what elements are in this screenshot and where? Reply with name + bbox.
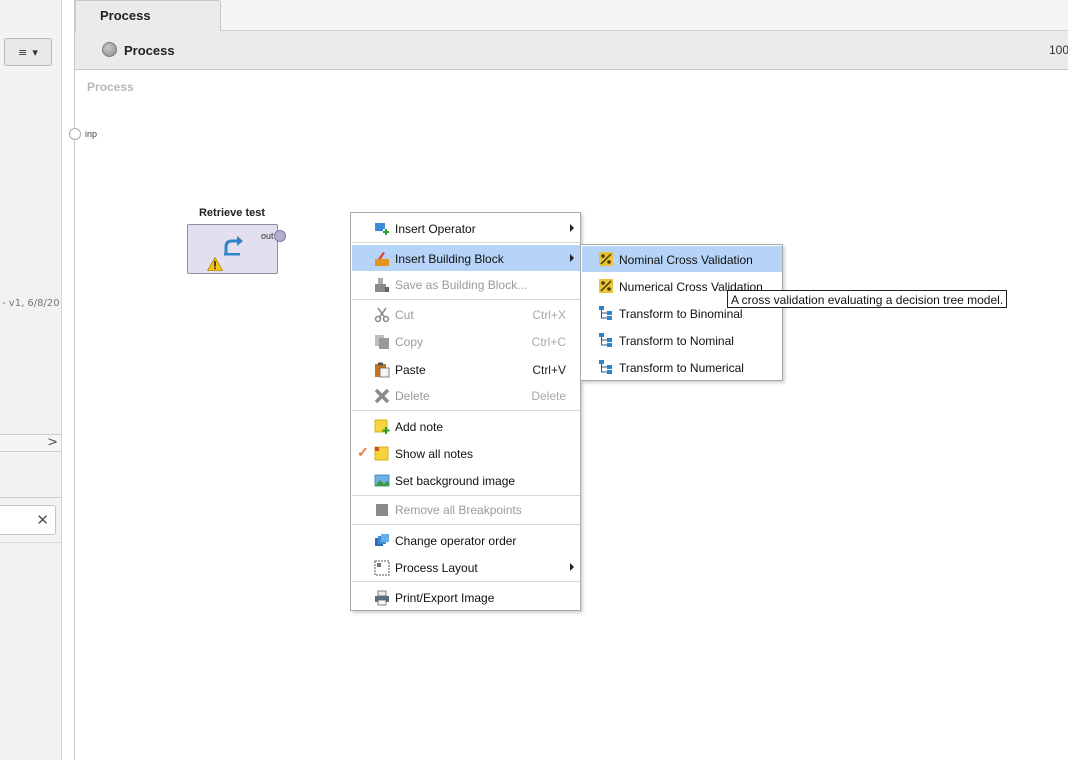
breadcrumb: Process 100	[75, 31, 1068, 70]
submenu-item-label: Nominal Cross Validation	[619, 253, 753, 267]
menu-item-insert-building-block[interactable]: Insert Building Block	[352, 245, 580, 271]
menu-item-remove-all-breakpoints[interactable]: Remove all Breakpoints	[352, 496, 580, 522]
tooltip: A cross validation evaluating a decision…	[727, 290, 1008, 308]
tree-icon	[599, 333, 612, 347]
menu-item-label: Cut	[395, 308, 414, 322]
submenu-item-label: Transform to Nominal	[619, 334, 734, 348]
menu-item-label: Process Layout	[395, 561, 478, 575]
menu-item-label: Print/Export Image	[395, 591, 495, 605]
horizontal-scrollbar[interactable]: >	[0, 434, 61, 452]
scissors-icon	[374, 307, 390, 323]
add-note-icon	[374, 419, 390, 434]
retrieve-operator[interactable]: out	[187, 224, 286, 274]
process-circle-icon	[102, 42, 117, 57]
menu-item-change-operator-order[interactable]: Change operator order	[352, 527, 580, 553]
menu-item-process-layout[interactable]: Process Layout	[352, 554, 580, 580]
submenu-item-label: Transform to Numerical	[619, 361, 744, 375]
clear-search-icon[interactable]: ✕	[36, 511, 49, 529]
operator-title: Retrieve test	[198, 207, 266, 219]
order-icon	[375, 534, 389, 546]
submenu-item-transform-to-nominal[interactable]: Transform to Nominal	[582, 327, 782, 353]
menu-item-label: Copy	[395, 335, 424, 349]
left-panel: ≡ ▾ - v1, 6/8/20 > ✕	[0, 0, 62, 760]
view-menu-button[interactable]: ≡ ▾	[4, 38, 52, 66]
scroll-right-icon[interactable]: >	[47, 435, 58, 450]
input-port[interactable]	[69, 128, 81, 140]
menu-item-cut[interactable]: Cut Ctrl+X	[352, 301, 580, 327]
hamburger-icon: ≡	[18, 45, 28, 59]
menu-item-print-export-image[interactable]: Print/Export Image	[352, 584, 580, 610]
menu-separator	[352, 524, 580, 525]
menu-item-set-background-image[interactable]: Set background image	[352, 467, 580, 493]
input-port-label: inp	[85, 129, 98, 139]
menu-item-label: Remove all Breakpoints	[395, 503, 522, 517]
menu-item-label: Insert Operator	[395, 222, 476, 236]
notes-icon	[374, 446, 389, 461]
layout-icon	[374, 560, 390, 576]
tree-icon	[599, 360, 612, 374]
delete-x-icon	[374, 388, 390, 404]
breakpoint-icon	[376, 504, 388, 516]
canvas-title: Process	[87, 80, 134, 94]
output-port[interactable]	[274, 230, 286, 242]
submenu-arrow-icon	[570, 224, 574, 232]
menu-item-save-as-building-block[interactable]: Save as Building Block...	[352, 271, 580, 297]
menu-item-label: Delete	[395, 389, 430, 403]
breadcrumb-process-link[interactable]: Process	[124, 43, 175, 58]
menu-item-add-note[interactable]: Add note	[352, 413, 580, 439]
warning-icon	[207, 257, 223, 271]
menu-item-copy[interactable]: Copy Ctrl+C	[352, 328, 580, 354]
menu-separator	[352, 299, 580, 300]
menu-shortcut: Ctrl+V	[532, 363, 566, 377]
building-block-icon	[375, 252, 389, 266]
menu-separator	[352, 581, 580, 582]
dropdown-arrow-icon: ▾	[32, 45, 38, 59]
menu-shortcut: Ctrl+X	[532, 308, 566, 322]
menu-item-label: Save as Building Block...	[395, 278, 528, 292]
repository-entry-text: - v1, 6/8/20	[2, 298, 60, 309]
submenu-arrow-icon	[570, 563, 574, 571]
zoom-level: 100	[1048, 43, 1068, 57]
submenu-arrow-icon	[570, 254, 574, 262]
retrieve-arrow-icon	[224, 236, 243, 256]
context-menu: Insert Operator Insert Building Block Sa…	[350, 212, 581, 611]
submenu-item-label: Transform to Binominal	[619, 307, 743, 321]
operator-search-input[interactable]: ✕	[0, 505, 56, 535]
percent-icon	[599, 279, 613, 293]
menu-item-label: Insert Building Block	[395, 252, 504, 266]
paste-icon	[375, 362, 390, 378]
submenu-item-nominal-cross-validation[interactable]: Nominal Cross Validation	[582, 246, 782, 272]
tab-strip: Process	[75, 0, 1068, 31]
copy-icon	[375, 335, 389, 349]
menu-item-insert-operator[interactable]: Insert Operator	[352, 215, 580, 241]
submenu-item-transform-to-numerical[interactable]: Transform to Numerical	[582, 354, 782, 380]
menu-item-label: Paste	[395, 363, 426, 377]
menu-item-show-all-notes[interactable]: ✓ Show all notes	[352, 440, 580, 466]
divider	[0, 542, 61, 543]
menu-shortcut: Delete	[531, 389, 566, 403]
percent-icon	[599, 252, 613, 266]
tab-process[interactable]: Process	[75, 0, 221, 31]
insert-operator-icon	[375, 223, 389, 235]
menu-separator	[352, 242, 580, 243]
menu-item-delete[interactable]: Delete Delete	[352, 382, 580, 408]
output-port-label: out	[261, 231, 274, 241]
checkmark-icon: ✓	[357, 444, 369, 460]
menu-separator	[352, 410, 580, 411]
operators-panel: ✕	[0, 497, 61, 760]
menu-shortcut: Ctrl+C	[531, 335, 566, 349]
menu-item-label: Set background image	[395, 474, 516, 488]
building-block-submenu: Nominal Cross Validation Numerical Cross…	[580, 244, 783, 381]
image-icon	[374, 474, 390, 487]
printer-icon	[375, 590, 389, 606]
menu-item-label: Show all notes	[395, 447, 474, 461]
menu-item-label: Add note	[395, 420, 444, 434]
menu-item-label: Change operator order	[395, 534, 517, 548]
tree-icon	[599, 306, 612, 320]
menu-item-paste[interactable]: Paste Ctrl+V	[352, 356, 580, 382]
save-block-icon	[375, 278, 389, 292]
